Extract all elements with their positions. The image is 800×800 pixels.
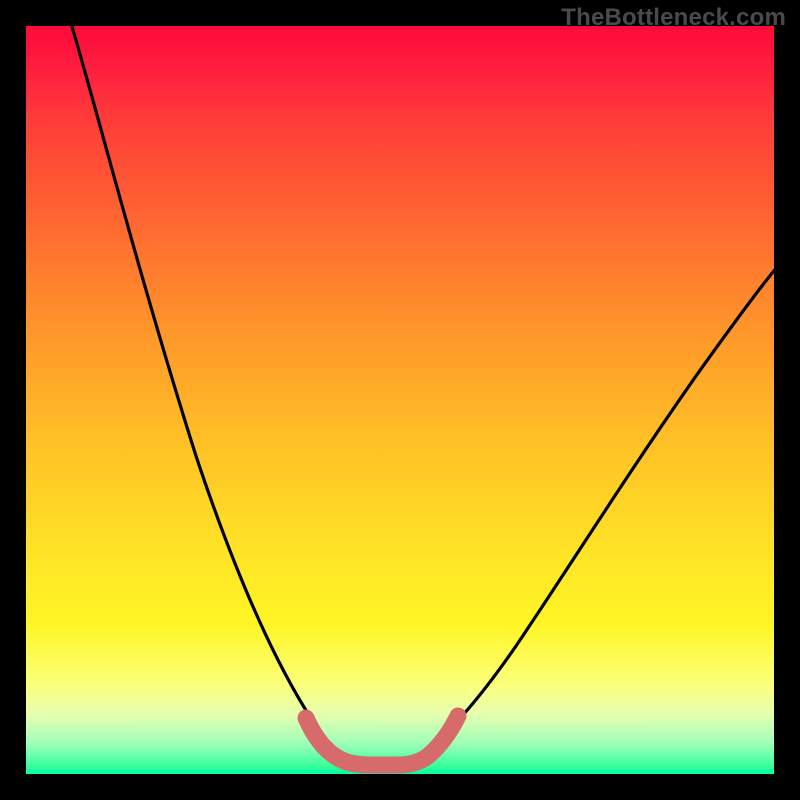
chart-plot-area <box>26 26 774 774</box>
chart-svg <box>26 26 774 774</box>
tolerance-band <box>306 716 458 765</box>
bottleneck-curve <box>70 20 778 762</box>
chart-frame: TheBottleneck.com <box>0 0 800 800</box>
